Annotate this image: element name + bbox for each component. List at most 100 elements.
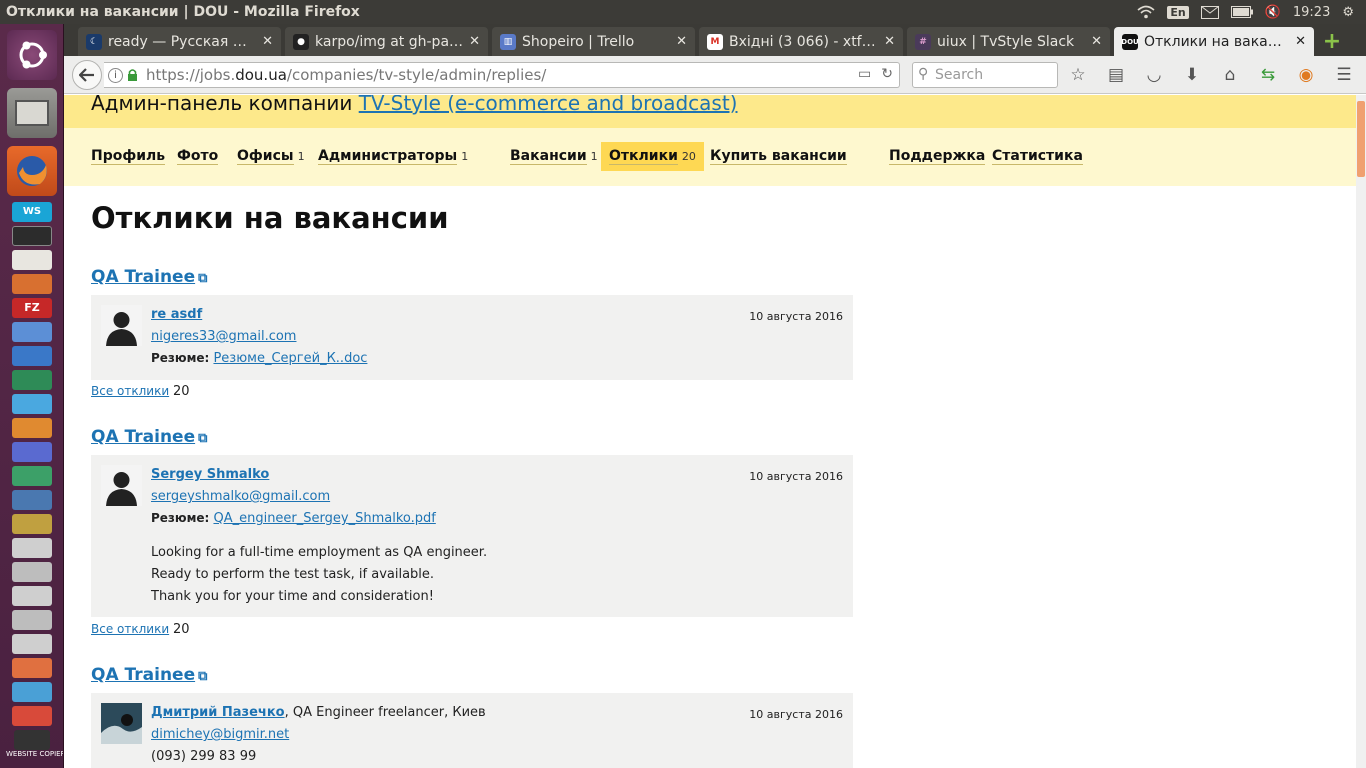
close-tab-icon[interactable]: ✕ [262, 34, 273, 49]
subnav-count: 1 [590, 150, 598, 163]
subnav-item-9[interactable]: Статистика [984, 142, 1091, 171]
subnav-item-4[interactable]: Администраторы 1 [310, 142, 476, 171]
url-bar[interactable]: i https://jobs. dou.ua/companies/tv-style… [104, 62, 900, 88]
info-icon[interactable]: i [108, 68, 123, 83]
external-link-icon[interactable]: ⧉ [198, 271, 207, 286]
writer-icon[interactable] [12, 346, 52, 366]
home-icon[interactable]: ⌂ [1220, 65, 1240, 85]
ubuntu-dash-icon[interactable] [7, 30, 57, 80]
subnav-item-7[interactable]: Купить вакансии [702, 142, 855, 171]
subnav-item-6[interactable]: Отклики 20 [601, 142, 704, 171]
workspace-icon[interactable] [12, 442, 52, 462]
reply-email-line: dimichey@bigmir.net [151, 727, 289, 742]
vacancy-title-link[interactable]: QA Trainee [91, 267, 195, 287]
vacancy-title-link[interactable]: QA Trainee [91, 665, 195, 685]
bookmark-star-icon[interactable]: ☆ [1068, 65, 1088, 85]
close-tab-icon[interactable]: ✕ [676, 34, 687, 49]
applicant-email-link[interactable]: nigeres33@gmail.com [151, 329, 296, 344]
mail-icon[interactable] [1200, 5, 1219, 19]
reply-message-line: Ready to perform the test task, if avail… [151, 567, 435, 582]
terminal-icon[interactable] [12, 226, 52, 246]
resume-file-link[interactable]: QA_engineer_Sergey_Shmalko.pdf [213, 511, 435, 526]
spreadsheet-icon[interactable] [12, 466, 52, 486]
subnav-item-8[interactable]: Поддержка [881, 142, 993, 171]
remmina-icon[interactable] [12, 322, 52, 342]
company-link[interactable]: TV-Style (e-commerce and broadcast) [359, 95, 738, 115]
stack-icon[interactable] [12, 586, 52, 606]
sync-arrows-icon[interactable]: ⇆ [1258, 65, 1278, 85]
extension-icon[interactable]: ◉ [1296, 65, 1316, 85]
subnav-label: Поддержка [889, 148, 986, 165]
url-domain: dou.ua [235, 66, 287, 84]
tab-1[interactable]: ☾ ready — Русская д… ✕ [78, 27, 281, 56]
subnav-item-2[interactable]: Фото [169, 142, 226, 171]
website-copier-icon[interactable]: WEBSITE COPIER [6, 730, 63, 766]
all-replies-link[interactable]: Все отклики [91, 384, 169, 398]
calc-icon[interactable] [12, 370, 52, 390]
subnav-label: Администраторы [318, 148, 458, 165]
stack-icon[interactable] [12, 610, 52, 630]
downloads-icon[interactable]: ⬇ [1182, 65, 1202, 85]
applicant-name-link[interactable]: Sergey Shmalko [151, 467, 269, 482]
files-icon[interactable] [7, 88, 57, 138]
applicant-email-link[interactable]: dimichey@bigmir.net [151, 727, 289, 742]
subnav-item-1[interactable]: Профиль [83, 142, 173, 171]
skype-icon[interactable] [12, 394, 52, 414]
avatar[interactable] [101, 305, 142, 346]
subnav-item-5[interactable]: Вакансии 1 [502, 142, 606, 171]
stack-icon[interactable] [12, 658, 52, 678]
all-replies-row: Все отклики 20 [91, 622, 190, 637]
close-tab-icon[interactable]: ✕ [1295, 34, 1306, 49]
close-tab-icon[interactable]: ✕ [1091, 34, 1102, 49]
lock-icon[interactable] [127, 68, 138, 86]
stack-icon[interactable] [12, 634, 52, 654]
all-replies-link[interactable]: Все отклики [91, 622, 169, 636]
external-link-icon[interactable]: ⧉ [198, 431, 207, 446]
webstorm-icon[interactable]: WS [12, 202, 52, 222]
clock[interactable]: 19:23 [1293, 5, 1330, 20]
stack-icon[interactable] [12, 538, 52, 558]
resume-file-link[interactable]: Резюме_Сергей_К..doc [213, 351, 367, 366]
volume-muted-icon[interactable]: 🔇 [1265, 5, 1281, 20]
vacancy-title-link[interactable]: QA Trainee [91, 427, 195, 447]
search-bar[interactable]: ⚲ Search [912, 62, 1058, 88]
resume-label: Резюме: [151, 511, 210, 525]
tab-4[interactable]: M Вхідні (3 066) - xtfk… ✕ [699, 27, 903, 56]
impress-icon[interactable] [12, 274, 52, 294]
stack-icon[interactable] [12, 562, 52, 582]
back-button[interactable] [72, 60, 102, 90]
menu-hamburger-icon[interactable]: ☰ [1334, 65, 1354, 85]
filezilla-icon[interactable]: FZ [12, 298, 52, 318]
settings-gear-icon[interactable]: ⚙ [1342, 5, 1354, 20]
bookmarks-list-icon[interactable]: ▤ [1106, 65, 1126, 85]
pocket-icon[interactable]: ◡ [1144, 65, 1164, 85]
battery-icon[interactable] [1230, 6, 1253, 18]
keyboard-layout-indicator[interactable]: En [1167, 5, 1189, 19]
subnav-item-3[interactable]: Офисы 1 [229, 142, 313, 171]
close-tab-icon[interactable]: ✕ [884, 34, 895, 49]
tab-5[interactable]: # uiux | TvStyle Slack ✕ [907, 27, 1110, 56]
avatar[interactable] [101, 703, 142, 744]
close-tab-icon[interactable]: ✕ [469, 34, 480, 49]
firefox-icon[interactable] [7, 146, 57, 196]
stack-icon[interactable] [12, 514, 52, 534]
tab-3[interactable]: ▥ Shopeiro | Trello ✕ [492, 27, 695, 56]
applicant-name-link[interactable]: Дмитрий Пазечко [151, 705, 285, 720]
wifi-icon[interactable] [1137, 5, 1155, 19]
software-center-icon[interactable] [12, 418, 52, 438]
reader-view-icon[interactable]: ▭ [858, 66, 871, 82]
sublime-icon[interactable] [12, 490, 52, 510]
tab-6[interactable]: DOU Отклики на ваканс… ✕ [1114, 27, 1314, 56]
applicant-email-link[interactable]: sergeyshmalko@gmail.com [151, 489, 330, 504]
text-editor-icon[interactable] [12, 250, 52, 270]
scrollbar-thumb[interactable] [1357, 101, 1365, 177]
stack-icon[interactable] [12, 682, 52, 702]
page-scrollbar[interactable] [1356, 95, 1366, 768]
external-link-icon[interactable]: ⧉ [198, 669, 207, 684]
stack-icon[interactable] [12, 706, 52, 726]
applicant-name-link[interactable]: re asdf [151, 307, 202, 322]
avatar[interactable] [101, 465, 142, 506]
tab-2[interactable]: ● karpo/img at gh-pa… ✕ [285, 27, 488, 56]
new-tab-button[interactable]: + [1320, 29, 1344, 54]
reload-icon[interactable]: ↻ [881, 66, 893, 82]
